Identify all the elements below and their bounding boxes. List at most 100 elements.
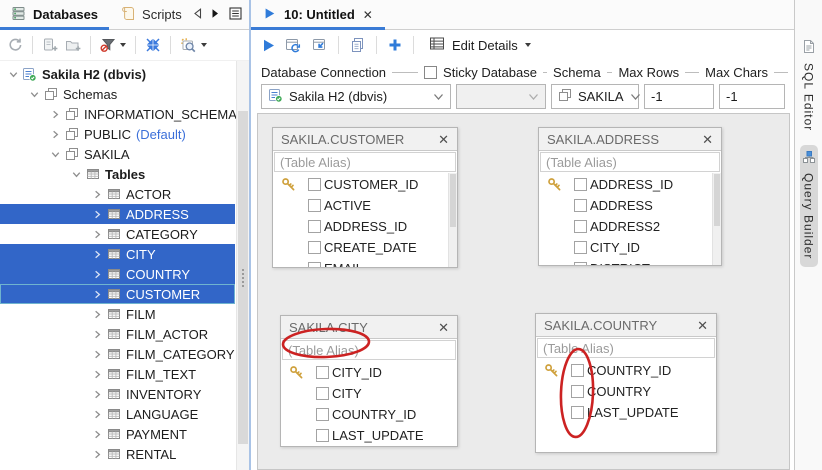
table-alias-input[interactable] [274, 152, 456, 172]
column-checkbox[interactable] [316, 408, 329, 421]
tree-item-actor[interactable]: ACTOR [0, 184, 235, 204]
tree-item-tables[interactable]: Tables [0, 164, 235, 184]
tree-item-schemas[interactable]: Schemas [0, 84, 235, 104]
column-row-city-id[interactable]: CITY_ID [281, 362, 457, 383]
column-row-district[interactable]: DISTRICT [539, 258, 721, 265]
tree-item-city[interactable]: CITY [0, 244, 235, 264]
chevron-collapsed-icon[interactable] [90, 268, 105, 281]
card-scrollbar-thumb[interactable] [450, 174, 456, 227]
column-checkbox[interactable] [316, 387, 329, 400]
close-icon[interactable]: ✕ [697, 319, 708, 332]
collapse-all-icon[interactable] [145, 37, 161, 53]
execute-in-new-window-icon[interactable] [285, 37, 302, 53]
column-row-customer-id[interactable]: CUSTOMER_ID [273, 174, 457, 195]
schema-select[interactable]: SAKILA [551, 84, 639, 109]
column-checkbox[interactable] [574, 178, 587, 191]
column-checkbox[interactable] [571, 385, 584, 398]
tree-item-sakila[interactable]: SAKILA [0, 144, 235, 164]
column-row-address-id[interactable]: ADDRESS_ID [273, 216, 457, 237]
pin-result-icon[interactable] [311, 37, 327, 53]
column-row-city[interactable]: CITY [281, 383, 457, 404]
chevron-collapsed-icon[interactable] [90, 228, 105, 241]
column-checkbox[interactable] [308, 262, 321, 267]
tree-item-category[interactable]: CATEGORY [0, 224, 235, 244]
column-row-address-id[interactable]: ADDRESS_ID [539, 174, 721, 195]
column-checkbox[interactable] [308, 220, 321, 233]
max-chars-input[interactable] [719, 84, 785, 109]
copy-icon[interactable] [350, 37, 365, 53]
tree-item-information-schema[interactable]: INFORMATION_SCHEMA [0, 104, 235, 124]
tab-scripts[interactable]: Scripts [109, 0, 193, 29]
column-row-address2[interactable]: ADDRESS2 [539, 216, 721, 237]
add-folder-icon[interactable] [65, 37, 81, 53]
nav-forward-icon[interactable] [211, 7, 220, 22]
column-row-email[interactable]: EMAIL [273, 258, 457, 267]
filter-icon[interactable] [100, 37, 126, 53]
chevron-collapsed-icon[interactable] [90, 328, 105, 341]
chevron-expanded-icon[interactable] [6, 68, 21, 81]
filter-dropdown-caret[interactable] [120, 43, 126, 47]
column-row-country-id[interactable]: COUNTRY_ID [281, 404, 457, 425]
edit-details-button[interactable]: Edit Details [425, 34, 535, 56]
add-connection-icon[interactable] [42, 37, 58, 53]
column-checkbox[interactable] [571, 364, 584, 377]
find-dropdown-caret[interactable] [201, 43, 207, 47]
tab-query-builder[interactable]: Query Builder [800, 145, 818, 266]
tree-item-address[interactable]: ADDRESS [0, 204, 235, 224]
table-card-sakila-address[interactable]: SAKILA.ADDRESS✕ ADDRESS_IDADDRESSADDRESS2… [538, 127, 722, 266]
column-checkbox[interactable] [574, 220, 587, 233]
sticky-database-checkbox[interactable] [424, 66, 437, 79]
chevron-collapsed-icon[interactable] [48, 128, 63, 141]
tree-item-sakila-h2-dbvis-[interactable]: Sakila H2 (dbvis) [0, 64, 235, 84]
close-icon[interactable]: ✕ [438, 133, 449, 146]
column-checkbox[interactable] [574, 262, 587, 265]
close-icon[interactable]: ✕ [438, 321, 449, 334]
add-icon[interactable] [388, 38, 402, 52]
tree-item-country[interactable]: COUNTRY [0, 264, 235, 284]
nav-back-icon[interactable] [193, 7, 202, 22]
chevron-collapsed-icon[interactable] [90, 368, 105, 381]
column-checkbox[interactable] [574, 241, 587, 254]
tree-item-inventory[interactable]: INVENTORY [0, 384, 235, 404]
tab-untitled[interactable]: 10: Untitled ✕ [251, 0, 385, 29]
chevron-collapsed-icon[interactable] [90, 408, 105, 421]
column-checkbox[interactable] [316, 366, 329, 379]
chevron-collapsed-icon[interactable] [90, 308, 105, 321]
table-alias-input[interactable] [540, 152, 720, 172]
column-checkbox[interactable] [308, 199, 321, 212]
table-alias-input[interactable] [282, 340, 456, 360]
column-checkbox[interactable] [308, 241, 321, 254]
tab-sql-editor[interactable]: SQL Editor [800, 34, 818, 138]
tree-item-film[interactable]: FILM [0, 304, 235, 324]
max-rows-input[interactable] [644, 84, 714, 109]
column-row-country[interactable]: COUNTRY [536, 381, 716, 402]
database-select[interactable] [456, 84, 546, 109]
chevron-collapsed-icon[interactable] [90, 288, 105, 301]
tree-scrollbar-thumb[interactable] [238, 111, 248, 444]
column-checkbox[interactable] [571, 406, 584, 419]
chevron-expanded-icon[interactable] [48, 148, 63, 161]
find-object-icon[interactable] [180, 37, 207, 53]
card-scrollbar[interactable] [712, 173, 721, 265]
table-card-sakila-country[interactable]: SAKILA.COUNTRY✕ COUNTRY_IDCOUNTRYLAST_UPD… [535, 313, 717, 453]
chevron-expanded-icon[interactable] [69, 168, 84, 181]
tab-list-icon[interactable] [229, 7, 242, 23]
tree-item-film-text[interactable]: FILM_TEXT [0, 364, 235, 384]
table-card-sakila-customer[interactable]: SAKILA.CUSTOMER✕CUSTOMER_IDACTIVEADDRESS… [272, 127, 458, 268]
chevron-collapsed-icon[interactable] [90, 248, 105, 261]
tree-item-payment[interactable]: PAYMENT [0, 424, 235, 444]
column-row-address[interactable]: ADDRESS [539, 195, 721, 216]
column-row-country-id[interactable]: COUNTRY_ID [536, 360, 716, 381]
database-connection-select[interactable]: Sakila H2 (dbvis) [261, 84, 451, 109]
table-card-header[interactable]: SAKILA.COUNTRY✕ [536, 314, 716, 337]
card-scrollbar-thumb[interactable] [714, 174, 720, 226]
tree-item-rental[interactable]: RENTAL [0, 444, 235, 464]
column-row-last-update[interactable]: LAST_UPDATE [281, 425, 457, 446]
column-checkbox[interactable] [308, 178, 321, 191]
table-card-header[interactable]: SAKILA.ADDRESS✕ [539, 128, 721, 151]
tree-item-customer[interactable]: CUSTOMER [0, 284, 235, 304]
column-row-last-update[interactable]: LAST_UPDATE [536, 402, 716, 423]
chevron-collapsed-icon[interactable] [90, 208, 105, 221]
chevron-expanded-icon[interactable] [27, 88, 42, 101]
column-row-city-id[interactable]: CITY_ID [539, 237, 721, 258]
